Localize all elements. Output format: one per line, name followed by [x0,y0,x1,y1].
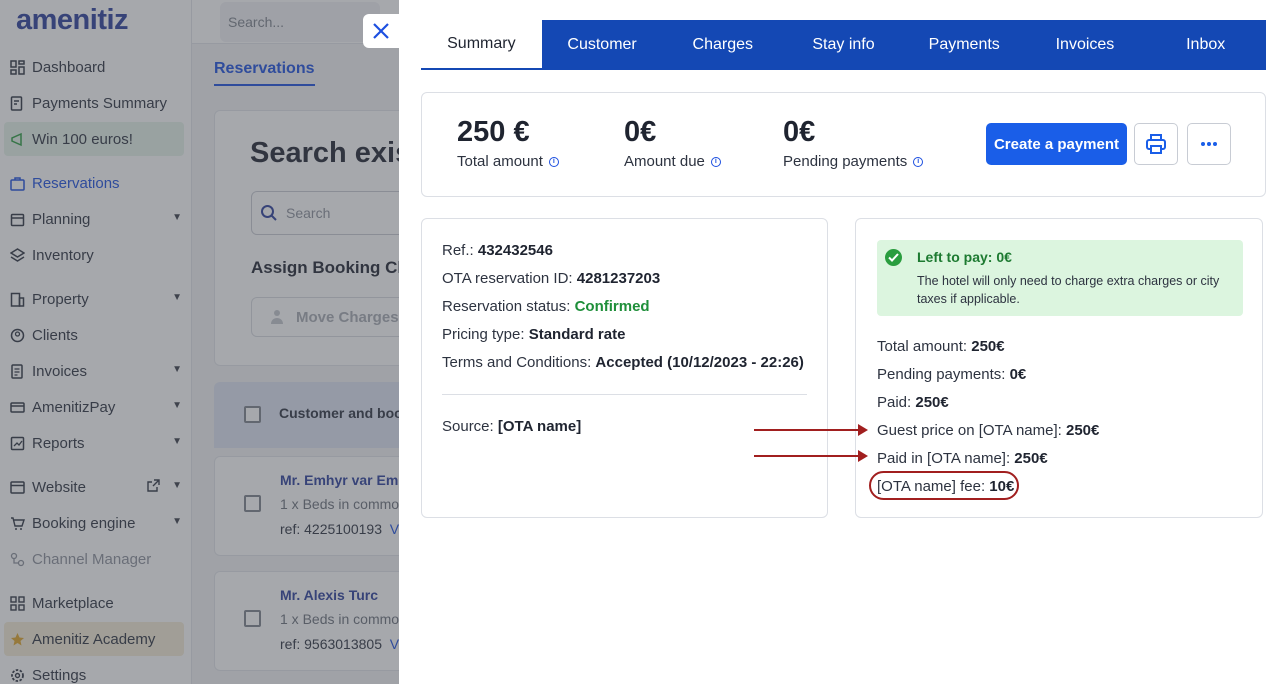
ellipsis-icon [1200,141,1218,147]
pending-payments-label: Pending payments [783,153,908,170]
printer-icon [1145,133,1167,155]
paid-line: Paid: 250€ [877,394,949,411]
payment-info-card: Left to pay: 0€ The hotel will only need… [855,218,1263,518]
tab-inbox[interactable]: Inbox [1145,20,1266,70]
summary-card: 250 € Total amount i 0€ Amount due i 0€ Pe… [421,92,1266,197]
pending-payments-value: 0€ [783,116,816,148]
annotation-arrow [754,450,868,462]
amount-due: 0€ Amount due i [624,115,721,170]
total-amount: 250 € Total amount i [457,115,559,170]
close-icon [371,21,391,41]
ref-line: Ref.: 432432546 [442,242,553,259]
tab-customer[interactable]: Customer [542,20,663,70]
close-drawer-button[interactable] [363,14,399,48]
status-badge: Confirmed [574,298,650,315]
source-line: Source: [OTA name] [442,418,582,435]
pricing-line: Pricing type: Standard rate [442,326,626,343]
pending-value: 0€ [1009,366,1027,383]
left-to-pay-alert: Left to pay: 0€ The hotel will only need… [877,240,1243,316]
divider [442,394,807,395]
source-value: [OTA name] [497,418,582,435]
paid-in-ota-value: 250€ [1014,450,1048,467]
tab-stay-info[interactable]: Stay info [783,20,904,70]
ref-value: 432432546 [477,242,553,259]
guest-price-value: 250€ [1065,422,1100,439]
paid-in-ota-line: Paid in [OTA name]: 250€ [877,450,1048,467]
drawer-tabs: Summary Customer Charges Stay info Payme… [421,20,1266,70]
pending-payments: 0€ Pending payments i [783,115,924,170]
amount-due-value: 0€ [624,116,657,148]
more-options-button[interactable] [1187,123,1231,165]
reservation-drawer: Summary Customer Charges Stay info Payme… [399,0,1282,684]
status-line: Reservation status: Confirmed [442,298,650,315]
tab-payments[interactable]: Payments [904,20,1025,70]
total-line: Total amount: 250€ [877,338,1005,355]
alert-text: The hotel will only need to charge extra… [917,274,1220,306]
annotation-arrow [754,424,868,436]
total-value: 250€ [971,338,1005,355]
fee-highlight-circle [869,471,1019,500]
create-payment-button[interactable]: Create a payment [986,123,1127,165]
tab-invoices[interactable]: Invoices [1025,20,1146,70]
reservation-info-card: Ref.: 432432546 OTA reservation ID: 4281… [421,218,828,518]
tab-charges[interactable]: Charges [662,20,783,70]
total-amount-label: Total amount [457,153,543,170]
info-icon[interactable]: i [548,156,559,167]
terms-value: Accepted (10/12/2023 - 22:26) [595,354,804,371]
ota-id-line: OTA reservation ID: 4281237203 [442,270,661,287]
tab-summary[interactable]: Summary [421,20,542,70]
check-circle-icon [885,249,902,266]
info-icon[interactable]: i [913,156,924,167]
print-button[interactable] [1134,123,1178,165]
guest-price-line: Guest price on [OTA name]: 250€ [877,422,1100,439]
ota-id-value: 4281237203 [576,270,661,287]
amount-due-label: Amount due [624,153,705,170]
pricing-value: Standard rate [528,326,626,343]
terms-line: Terms and Conditions: Accepted (10/12/20… [442,354,804,371]
info-icon[interactable]: i [710,156,721,167]
modal-overlay[interactable] [0,0,399,684]
total-amount-value: 250 € [457,116,530,148]
pending-line: Pending payments: 0€ [877,366,1027,383]
alert-title: Left to pay: 0€ [917,249,1012,265]
paid-value: 250€ [915,394,949,411]
